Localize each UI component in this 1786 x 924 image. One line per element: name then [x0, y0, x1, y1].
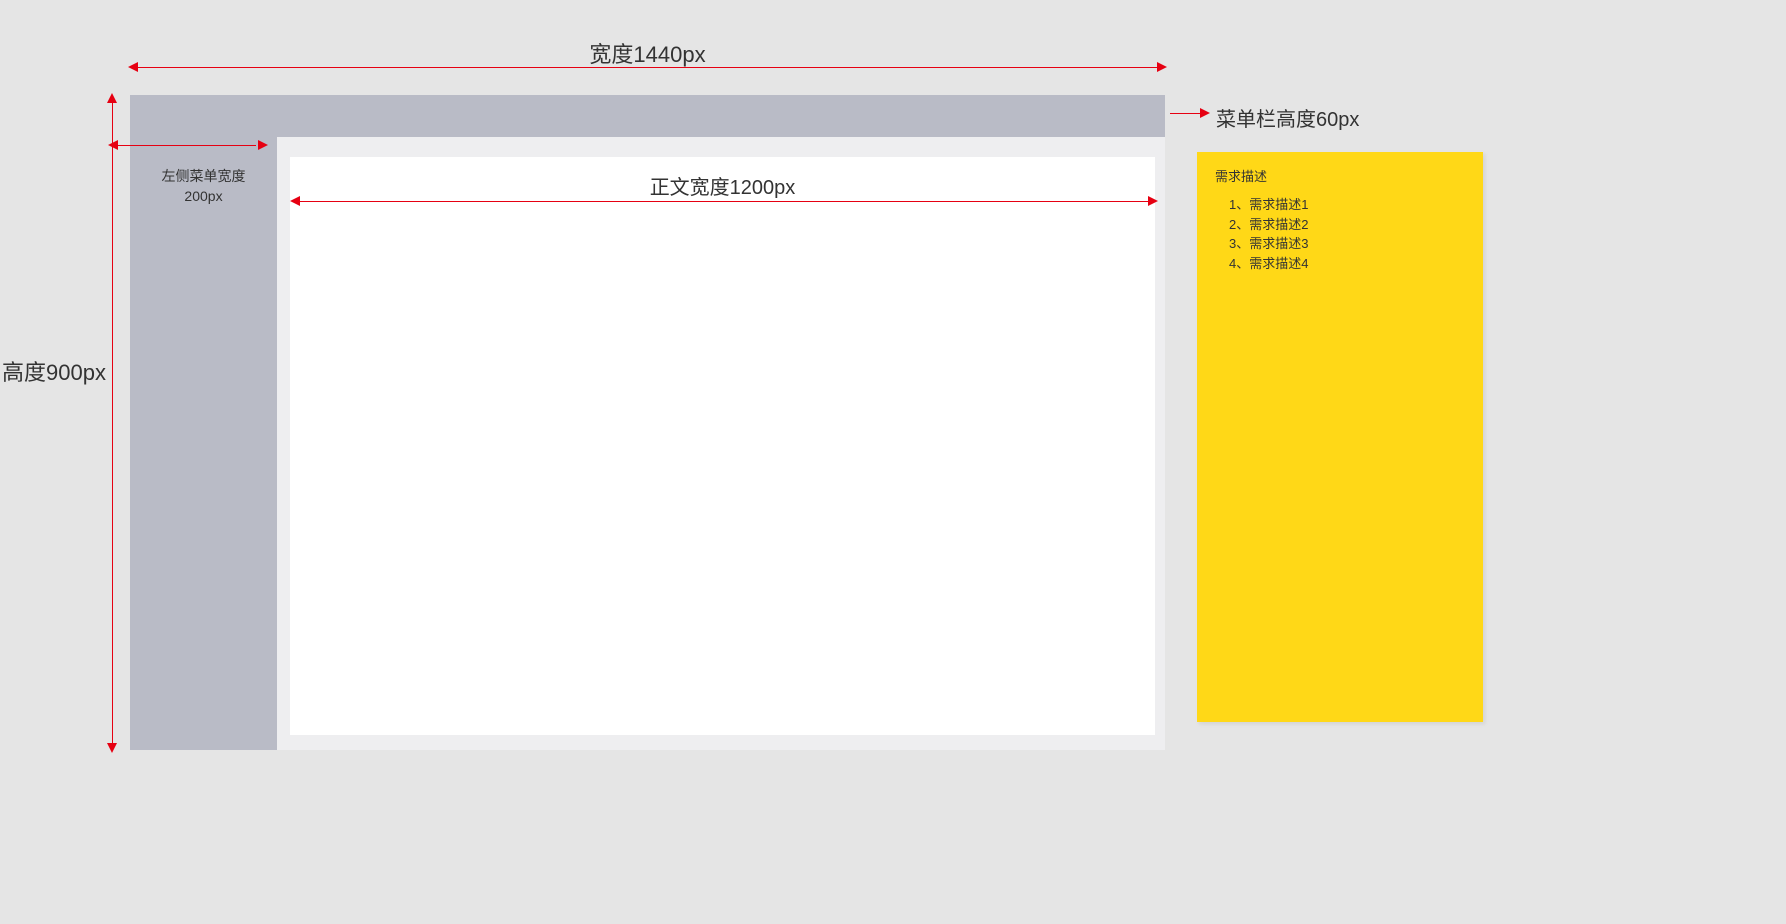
arrow-right-icon: [1200, 108, 1210, 118]
height-arrow-line: [112, 100, 113, 745]
layout-frame: 宽度1440px 高度900px 菜单栏高度60px 左侧菜单宽度 200px …: [130, 95, 1165, 750]
header-bar: [130, 95, 1165, 137]
content-wrap: 左侧菜单宽度 200px: [130, 137, 1165, 750]
requirement-item: 4、需求描述4: [1229, 254, 1465, 274]
total-width-label: 宽度1440px: [130, 37, 1165, 69]
main-content-area: [290, 157, 1155, 735]
menu-height-arrow-line: [1170, 113, 1200, 114]
requirement-item: 1、需求描述1: [1229, 195, 1465, 215]
arrow-down-icon: [107, 743, 117, 753]
requirement-item: 3、需求描述3: [1229, 234, 1465, 254]
requirements-title: 需求描述: [1215, 166, 1465, 185]
sidebar-width-label-line2: 200px: [130, 187, 277, 207]
arrow-up-icon: [107, 93, 117, 103]
requirements-panel: 需求描述 1、需求描述1 2、需求描述2 3、需求描述3 4、需求描述4: [1197, 152, 1483, 722]
sidebar-width-label-line1: 左侧菜单宽度: [130, 167, 277, 187]
total-height-label: 高度900px: [2, 355, 106, 387]
sidebar: 左侧菜单宽度 200px: [130, 137, 277, 750]
arrow-left-icon: [108, 140, 118, 150]
sidebar-width-arrow-line: [116, 145, 256, 146]
arrow-right-icon: [258, 140, 268, 150]
content-width-arrow-line: [298, 201, 1148, 202]
arrow-right-icon: [1157, 62, 1167, 72]
content-width-label: 正文宽度1200px: [290, 171, 1155, 200]
menu-bar-height-label: 菜单栏高度60px: [1216, 103, 1359, 132]
requirement-item: 2、需求描述2: [1229, 215, 1465, 235]
arrow-right-icon: [1148, 196, 1158, 206]
arrow-left-icon: [128, 62, 138, 72]
width-arrow-line: [135, 67, 1160, 68]
arrow-left-icon: [290, 196, 300, 206]
